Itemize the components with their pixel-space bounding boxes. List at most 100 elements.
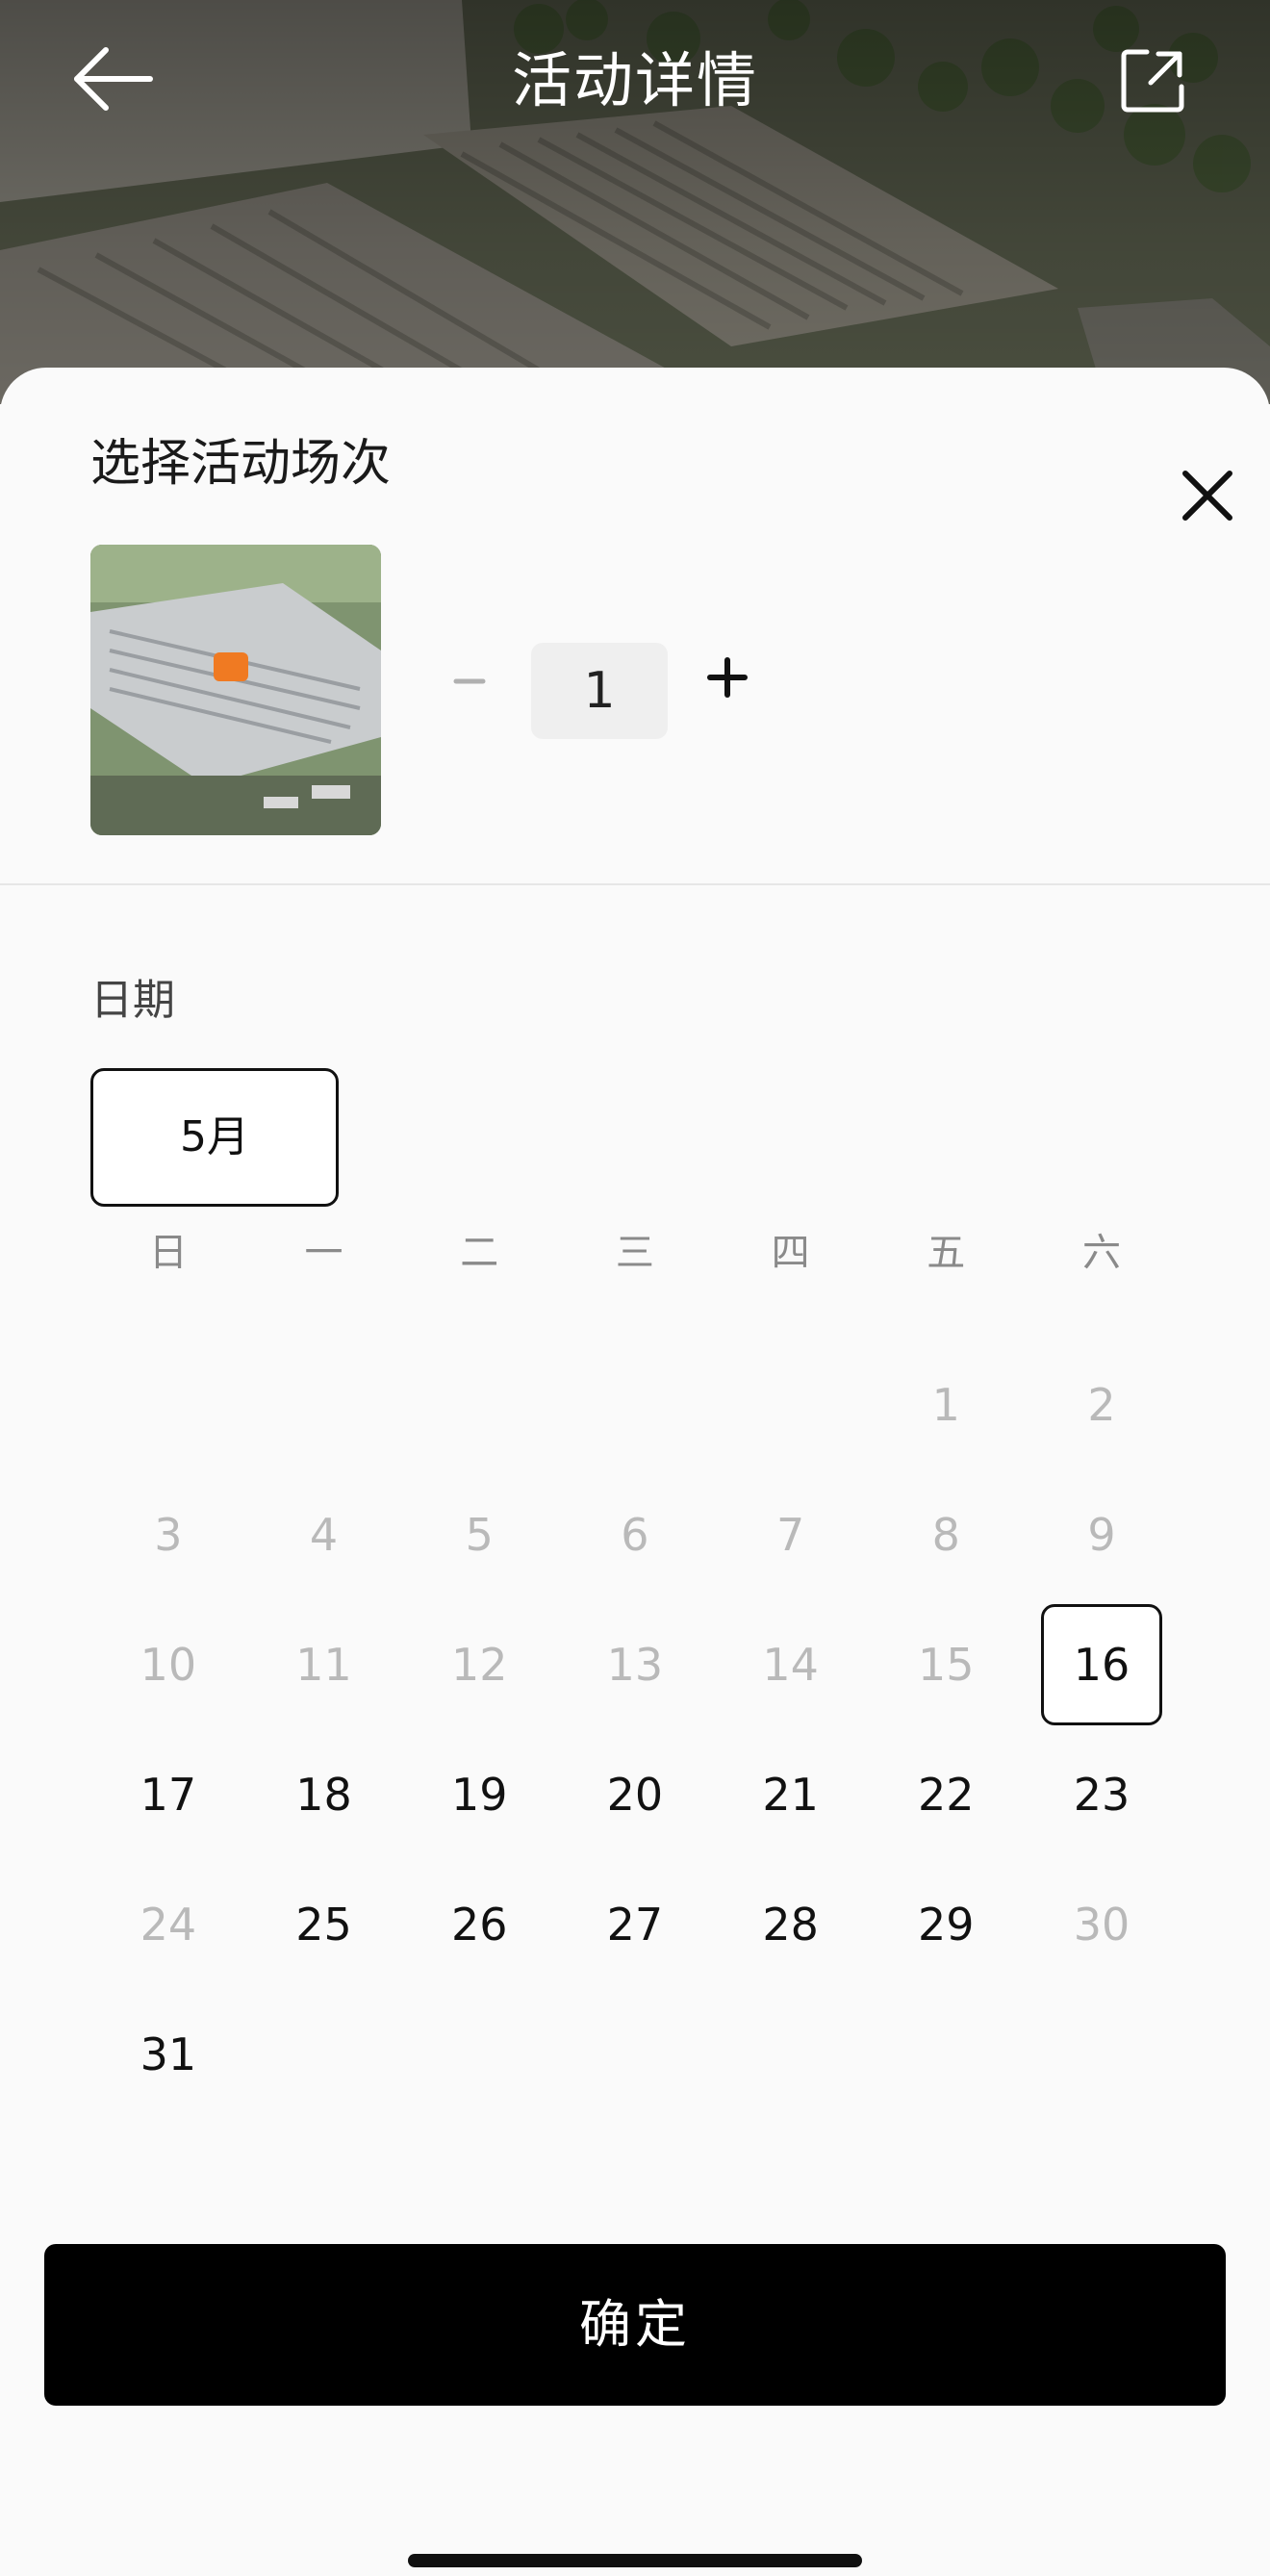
calendar-day-21[interactable]: 21 bbox=[730, 1734, 851, 1855]
calendar-day-26[interactable]: 26 bbox=[419, 1864, 540, 1985]
calendar-cell bbox=[401, 1339, 557, 1469]
calendar-day-23[interactable]: 23 bbox=[1041, 1734, 1162, 1855]
calendar-cell bbox=[1024, 1989, 1180, 2119]
calendar-day-20[interactable]: 20 bbox=[574, 1734, 696, 1855]
calendar-day-22[interactable]: 22 bbox=[885, 1734, 1006, 1855]
top-nav-bar: 活动详情 bbox=[0, 0, 1270, 164]
calendar-day-1: 1 bbox=[931, 1378, 960, 1431]
session-picker-sheet: 选择活动场次 1 日期 5月 日 一 二 三 四 五 六 1 2 3 4 5 6… bbox=[0, 368, 1270, 2576]
calendar-day-15: 15 bbox=[918, 1638, 975, 1691]
sheet-title: 选择活动场次 bbox=[90, 435, 392, 493]
confirm-button[interactable]: 确定 bbox=[44, 2244, 1226, 2406]
calendar-cell: 24 bbox=[90, 1859, 246, 1989]
calendar-cell: 7 bbox=[713, 1469, 869, 1599]
plus-icon bbox=[707, 657, 748, 698]
share-external-icon bbox=[1121, 49, 1184, 113]
quantity-value[interactable]: 1 bbox=[531, 643, 668, 739]
calendar-week-row: 10 11 12 13 14 15 16 bbox=[90, 1599, 1180, 1729]
calendar-day-2: 2 bbox=[1087, 1378, 1116, 1431]
calendar-cell bbox=[713, 1989, 869, 2119]
calendar-cell: 23 bbox=[1024, 1729, 1180, 1859]
calendar-cell bbox=[246, 1339, 402, 1469]
calendar-week-row: 3 4 5 6 7 8 9 bbox=[90, 1469, 1180, 1599]
calendar-day-11: 11 bbox=[295, 1638, 352, 1691]
calendar-cell bbox=[90, 1339, 246, 1469]
weekday-header: 日 一 二 三 四 五 六 bbox=[90, 1214, 1180, 1291]
calendar-day-3: 3 bbox=[154, 1508, 183, 1561]
calendar-day-25[interactable]: 25 bbox=[264, 1864, 385, 1985]
quantity-increase-button[interactable] bbox=[702, 652, 752, 702]
calendar-cell: 30 bbox=[1024, 1859, 1180, 1989]
calendar-cell: 6 bbox=[557, 1469, 713, 1599]
calendar-cell: 12 bbox=[401, 1599, 557, 1729]
weekday-label: 日 bbox=[148, 1231, 188, 1275]
calendar-day-9: 9 bbox=[1087, 1508, 1116, 1561]
calendar-day-19[interactable]: 19 bbox=[419, 1734, 540, 1855]
calendar-day-14: 14 bbox=[762, 1638, 819, 1691]
calendar-day-6: 6 bbox=[621, 1508, 649, 1561]
calendar-cell bbox=[401, 1989, 557, 2119]
calendar-day-27[interactable]: 27 bbox=[574, 1864, 696, 1985]
calendar-day-31[interactable]: 31 bbox=[108, 1994, 229, 2115]
calendar-cell: 11 bbox=[246, 1599, 402, 1729]
quantity-decrease-button[interactable] bbox=[444, 656, 495, 706]
calendar-week-row: 12 bbox=[90, 1339, 1180, 1469]
calendar-cell bbox=[868, 1989, 1024, 2119]
date-section-label: 日期 bbox=[90, 976, 175, 1025]
calendar-cell: 8 bbox=[868, 1469, 1024, 1599]
calendar-day-28[interactable]: 28 bbox=[730, 1864, 851, 1985]
calendar-cell: 26 bbox=[401, 1859, 557, 1989]
calendar-day-17[interactable]: 17 bbox=[108, 1734, 229, 1855]
calendar-cell: 22 bbox=[868, 1729, 1024, 1859]
event-thumbnail bbox=[90, 545, 381, 835]
calendar-cell: 19 bbox=[401, 1729, 557, 1859]
calendar-cell: 16 bbox=[1024, 1599, 1180, 1729]
calendar-cell: 5 bbox=[401, 1469, 557, 1599]
calendar-cell: 25 bbox=[246, 1859, 402, 1989]
calendar-day-4: 4 bbox=[309, 1508, 339, 1561]
calendar-cell bbox=[557, 1989, 713, 2119]
page-title: 活动详情 bbox=[511, 45, 758, 115]
calendar-day-7: 7 bbox=[775, 1508, 805, 1561]
calendar-cell: 21 bbox=[713, 1729, 869, 1859]
close-button[interactable] bbox=[1176, 464, 1239, 527]
calendar-cell: 15 bbox=[868, 1599, 1024, 1729]
calendar-grid: 1 2 3 4 5 6 7 8 9 10 11 12 13 14 15 16 17 18 19 20 21 22 23 24 2… bbox=[90, 1339, 1180, 2119]
close-icon bbox=[1182, 471, 1232, 521]
weekday-label: 二 bbox=[460, 1231, 499, 1275]
calendar-day-30: 30 bbox=[1073, 1898, 1130, 1951]
calendar-day-13: 13 bbox=[606, 1638, 664, 1691]
calendar-week-row: 31 bbox=[90, 1989, 1180, 2119]
weekday-label: 五 bbox=[927, 1231, 966, 1275]
calendar-day-8: 8 bbox=[931, 1508, 960, 1561]
month-option-may[interactable]: 5月 bbox=[90, 1068, 339, 1207]
calendar-cell: 18 bbox=[246, 1729, 402, 1859]
section-divider bbox=[0, 883, 1270, 885]
calendar-day-10: 10 bbox=[140, 1638, 197, 1691]
weekday-label: 四 bbox=[771, 1231, 810, 1275]
calendar-day-18[interactable]: 18 bbox=[264, 1734, 385, 1855]
calendar-cell bbox=[557, 1339, 713, 1469]
weekday-label: 一 bbox=[304, 1231, 343, 1275]
calendar-cell: 20 bbox=[557, 1729, 713, 1859]
calendar-cell: 13 bbox=[557, 1599, 713, 1729]
calendar-cell bbox=[713, 1339, 869, 1469]
calendar-cell: 1 bbox=[868, 1339, 1024, 1469]
calendar-week-row: 17 18 19 20 21 22 23 bbox=[90, 1729, 1180, 1859]
calendar-cell bbox=[246, 1989, 402, 2119]
home-indicator bbox=[408, 2554, 862, 2567]
calendar-cell: 28 bbox=[713, 1859, 869, 1989]
calendar-cell: 14 bbox=[713, 1599, 869, 1729]
calendar-cell: 17 bbox=[90, 1729, 246, 1859]
calendar-cell: 27 bbox=[557, 1859, 713, 1989]
calendar-day-12: 12 bbox=[450, 1638, 508, 1691]
calendar-cell: 4 bbox=[246, 1469, 402, 1599]
calendar-day-29[interactable]: 29 bbox=[885, 1864, 1006, 1985]
share-button[interactable] bbox=[1118, 46, 1187, 115]
calendar-cell: 2 bbox=[1024, 1339, 1180, 1469]
calendar-cell: 10 bbox=[90, 1599, 246, 1729]
calendar-cell: 9 bbox=[1024, 1469, 1180, 1599]
calendar-day-16[interactable]: 16 bbox=[1040, 1603, 1162, 1725]
calendar-day-24: 24 bbox=[140, 1898, 197, 1951]
calendar-cell: 29 bbox=[868, 1859, 1024, 1989]
